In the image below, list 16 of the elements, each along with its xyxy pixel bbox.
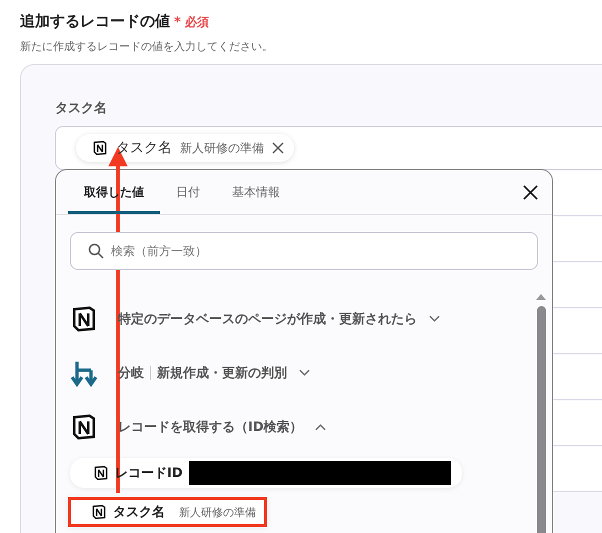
input-field[interactable]: タスク名 新人研修の準備 <box>55 126 602 170</box>
required-mark: * <box>174 15 181 30</box>
value-chip[interactable]: タスク名 新人研修の準備 <box>76 134 294 162</box>
section-title: 追加するレコードの値 <box>20 12 170 31</box>
field-label: タスク名 <box>55 100 108 117</box>
group-subtitle[interactable]: 新規作成・更新の判別 <box>157 364 287 382</box>
value-item[interactable]: タスク名 新人研修の準備 <box>68 497 267 527</box>
section-description: 新たに作成するレコードの値を入力してください。 <box>19 39 274 54</box>
chip-value: 新人研修の準備 <box>180 140 264 156</box>
required-label: 必須 <box>184 14 209 31</box>
tab[interactable]: 日付 <box>160 170 216 214</box>
tab[interactable]: 基本情報 <box>216 170 296 214</box>
search-field[interactable]: 検索（前方一致） <box>70 232 538 270</box>
chip-name: タスク名 <box>116 139 172 157</box>
item-name: タスク名 <box>113 504 165 521</box>
item-value: 新人研修の準備 <box>179 504 256 520</box>
